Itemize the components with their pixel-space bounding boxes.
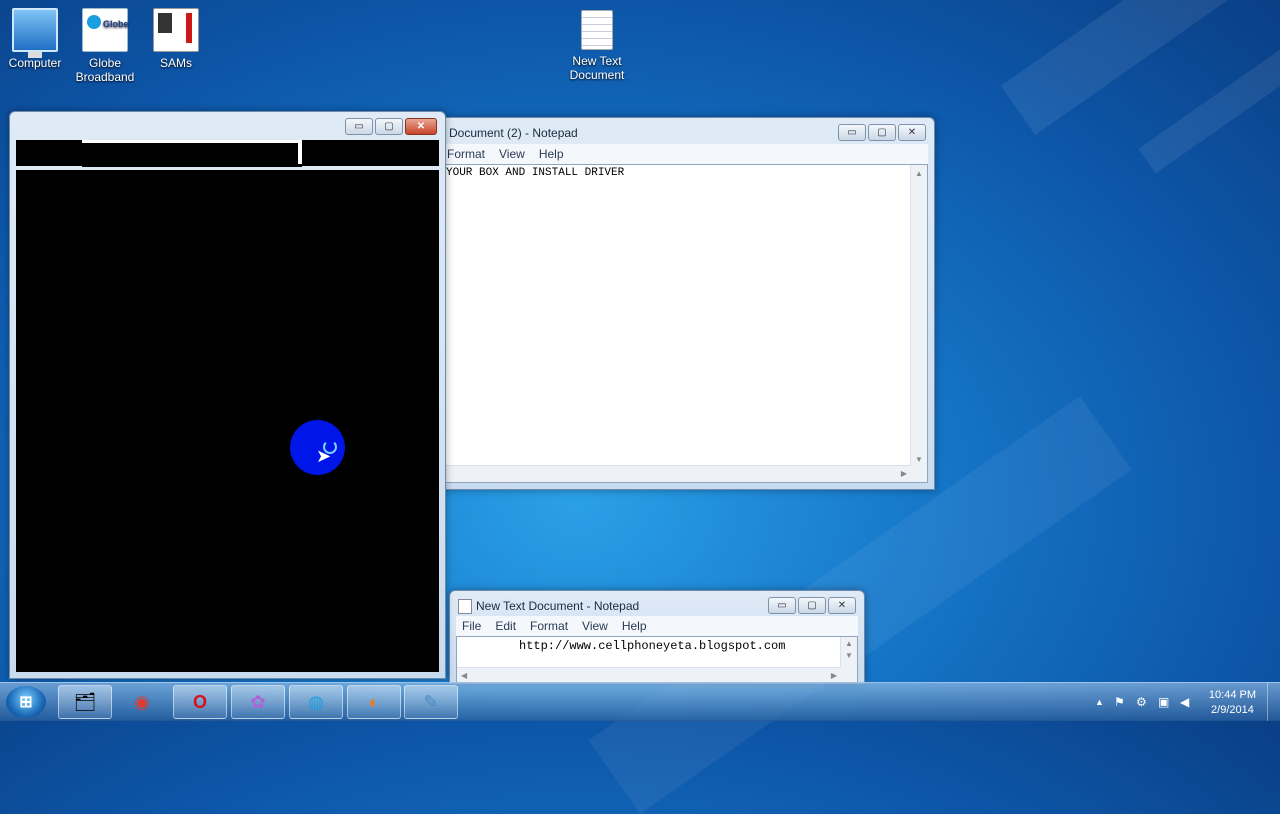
- taskbar-button-firefox[interactable]: ◐: [347, 685, 401, 719]
- sams-icon: [153, 8, 199, 52]
- show-hidden-icons-icon[interactable]: ▲: [1095, 697, 1104, 707]
- taskbar-button-notepad[interactable]: ✎: [404, 685, 458, 719]
- menu-bar: File Edit Format View Help: [456, 616, 858, 636]
- taskbar-button-chrome[interactable]: ◉: [115, 685, 169, 719]
- desktop-icon-label: SAMs: [159, 56, 192, 70]
- firefox-icon: ◐: [368, 691, 380, 712]
- globe-broadband-icon: ◍: [308, 691, 324, 712]
- title-bar[interactable]: Document (2) - Notepad ▭ ▢ ✕: [441, 118, 934, 146]
- taskbar-button-opera[interactable]: O: [173, 685, 227, 719]
- window-title: Document (2) - Notepad: [449, 126, 578, 140]
- taskbar-button-purple-app[interactable]: ✿: [231, 685, 285, 719]
- network-icon[interactable]: ⚙: [1136, 695, 1147, 709]
- menu-format[interactable]: Format: [530, 619, 568, 633]
- windows-logo-icon[interactable]: ⊞: [6, 686, 46, 718]
- maximize-button[interactable]: ▢: [798, 597, 826, 614]
- notepad-window-new-text-document[interactable]: New Text Document - Notepad ▭ ▢ ✕ File E…: [449, 590, 865, 684]
- minimize-button[interactable]: ▭: [768, 597, 796, 614]
- menu-view[interactable]: View: [582, 619, 608, 633]
- text-document-icon: [581, 10, 613, 50]
- purple-app-icon: ✿: [250, 691, 266, 712]
- opera-icon: O: [192, 691, 207, 712]
- computer-icon: [12, 8, 58, 58]
- menu-file[interactable]: File: [462, 619, 481, 633]
- busy-cursor-icon: ➤: [290, 420, 345, 475]
- desktop-icon-sams[interactable]: SAMs: [141, 8, 211, 70]
- editor-text: YOUR BOX AND INSTALL DRIVER: [446, 167, 625, 179]
- volume-icon[interactable]: ◀: [1180, 695, 1189, 709]
- title-bar[interactable]: New Text Document - Notepad ▭ ▢ ✕: [450, 591, 864, 619]
- taskbar-button-explorer[interactable]: 🗂: [58, 685, 112, 719]
- clock[interactable]: 10:44 PM 2/9/2014: [1209, 688, 1256, 718]
- notepad-icon: [458, 599, 472, 614]
- desktop-icon-computer[interactable]: Computer: [0, 8, 70, 70]
- menu-view[interactable]: View: [499, 147, 525, 161]
- maximize-button[interactable]: ▢: [375, 118, 403, 135]
- globe-broadband-icon: Globe: [82, 8, 129, 52]
- text-editor[interactable]: http://www.cellphoneyeta.blogspot.com ▲ …: [456, 636, 858, 683]
- minimize-button[interactable]: ▭: [345, 118, 373, 135]
- taskbar: ⊞ 🗂 ◉ O ✿ ◍ ◐ ✎ ▲ ⚑ ⚙ ▣ ◀ 10:44 PM 2/9/2…: [0, 682, 1280, 721]
- security-alert-icon[interactable]: ⚑: [1114, 695, 1125, 709]
- notepad-window-document-2[interactable]: Document (2) - Notepad ▭ ▢ ✕ Format View…: [440, 117, 935, 490]
- window-title: New Text Document - Notepad: [476, 599, 640, 613]
- console-area[interactable]: [16, 170, 439, 672]
- close-button[interactable]: ✕: [898, 124, 926, 141]
- vertical-scrollbar[interactable]: ▲ ▼: [840, 637, 857, 682]
- text-editor[interactable]: YOUR BOX AND INSTALL DRIVER ▲ ▼ ▶: [445, 164, 928, 483]
- horizontal-scrollbar[interactable]: ▶: [446, 465, 911, 482]
- desktop-icon-label: New Text Document: [569, 54, 625, 82]
- folder-icon: 🗂: [73, 691, 97, 712]
- close-button[interactable]: ✕: [828, 597, 856, 614]
- menu-help[interactable]: Help: [539, 147, 564, 161]
- desktop-icon-new-text-document[interactable]: New Text Document: [562, 10, 632, 82]
- title-bar[interactable]: ▭ ▢ ✕: [10, 112, 445, 140]
- editor-text: http://www.cellphoneyeta.blogspot.com: [519, 639, 786, 653]
- menu-help[interactable]: Help: [622, 619, 647, 633]
- show-desktop-button[interactable]: [1267, 683, 1280, 721]
- taskbar-button-globe-broadband[interactable]: ◍: [289, 685, 343, 719]
- vertical-scrollbar[interactable]: ▲ ▼: [910, 165, 927, 482]
- menu-edit[interactable]: Edit: [495, 619, 516, 633]
- chrome-icon: ◉: [134, 691, 150, 712]
- desktop-icon-label: Globe Broadband: [75, 56, 135, 84]
- system-tray: ▲ ⚑ ⚙ ▣ ◀ 10:44 PM 2/9/2014: [1080, 683, 1280, 721]
- horizontal-scrollbar[interactable]: ◀ ▶: [457, 667, 841, 682]
- clock-time: 10:44 PM: [1208, 689, 1256, 701]
- maximize-button[interactable]: ▢: [868, 124, 896, 141]
- menu-format[interactable]: Format: [447, 147, 485, 161]
- clock-date: 2/9/2014: [1211, 704, 1254, 716]
- network-status-icon[interactable]: ▣: [1158, 695, 1169, 709]
- desktop-icon-globe-broadband[interactable]: Globe Globe Broadband: [70, 8, 140, 84]
- minimize-button[interactable]: ▭: [838, 124, 866, 141]
- console-header: [16, 140, 439, 167]
- notepad-icon: ✎: [423, 691, 439, 712]
- desktop-icon-label: Computer: [8, 56, 62, 70]
- close-button[interactable]: ✕: [405, 118, 437, 135]
- menu-bar: Format View Help: [441, 144, 928, 164]
